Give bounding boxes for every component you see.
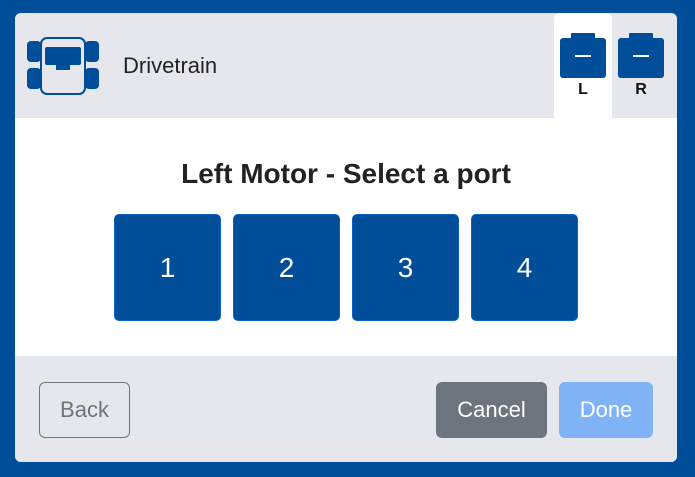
- cancel-button[interactable]: Cancel: [436, 382, 547, 438]
- port-selection-panel: Left Motor - Select a port 1 2 3 4: [15, 118, 677, 356]
- motor-icon: [618, 33, 664, 78]
- dialog-header: Drivetrain L R: [15, 13, 677, 118]
- tab-right-motor[interactable]: R: [612, 13, 670, 118]
- motor-config-dialog: Drivetrain L R Left Motor - Select a por…: [15, 13, 677, 462]
- tab-label: L: [578, 81, 588, 98]
- port-2-button[interactable]: 2: [233, 214, 340, 321]
- port-4-button[interactable]: 4: [471, 214, 578, 321]
- port-prompt: Left Motor - Select a port: [181, 158, 511, 189]
- tab-left-motor[interactable]: L: [554, 13, 612, 118]
- motor-icon: [560, 33, 606, 78]
- tab-label: R: [635, 81, 647, 98]
- page-title: Drivetrain: [123, 53, 218, 78]
- back-button[interactable]: Back: [39, 382, 130, 438]
- done-button[interactable]: Done: [559, 382, 653, 438]
- port-1-button[interactable]: 1: [114, 214, 221, 321]
- port-grid: 1 2 3 4: [114, 214, 578, 321]
- dialog-footer: Back Cancel Done: [15, 356, 677, 462]
- drivetrain-icon: [27, 37, 99, 95]
- port-3-button[interactable]: 3: [352, 214, 459, 321]
